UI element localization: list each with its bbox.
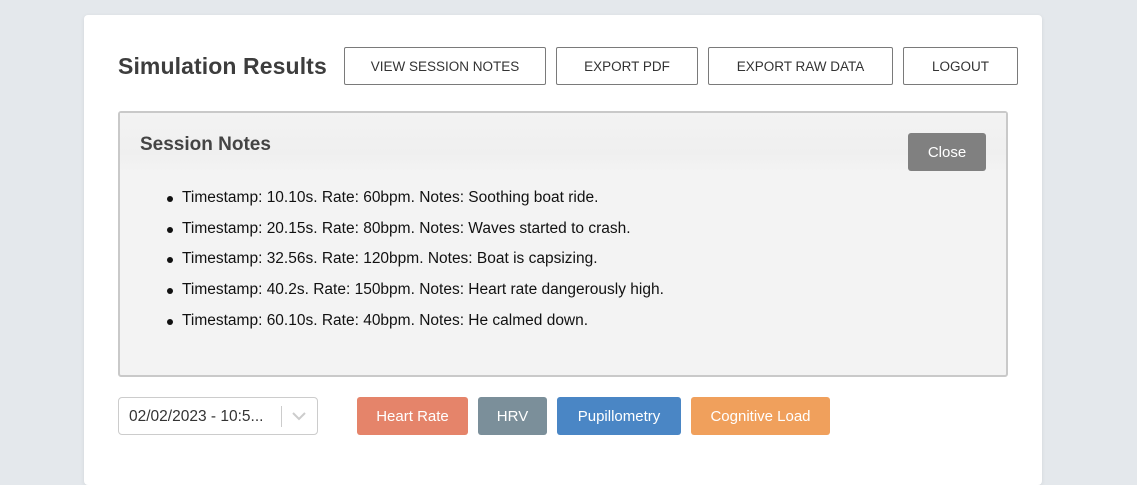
session-notes-list: Timestamp: 10.10s. Rate: 60bpm. Notes: S…: [160, 188, 664, 341]
export-pdf-button[interactable]: EXPORT PDF: [556, 47, 698, 85]
session-notes-title: Session Notes: [140, 134, 271, 155]
list-item: Timestamp: 10.10s. Rate: 60bpm. Notes: S…: [160, 188, 664, 219]
cognitive-load-button[interactable]: Cognitive Load: [691, 397, 830, 435]
chevron-down-icon[interactable]: [290, 409, 308, 423]
close-notes-button[interactable]: Close: [908, 133, 986, 171]
select-separator: [281, 406, 282, 427]
note-text: Timestamp: 32.56s. Rate: 120bpm. Notes: …: [182, 250, 598, 268]
bullet-icon: [167, 226, 173, 233]
list-item: Timestamp: 40.2s. Rate: 150bpm. Notes: H…: [160, 280, 664, 311]
note-text: Timestamp: 60.10s. Rate: 40bpm. Notes: H…: [182, 311, 589, 329]
page-title: Simulation Results: [118, 53, 327, 79]
bullet-icon: [167, 257, 173, 264]
bullet-icon: [167, 288, 173, 295]
heart-rate-button[interactable]: Heart Rate: [357, 397, 468, 435]
note-text: Timestamp: 10.10s. Rate: 60bpm. Notes: S…: [182, 189, 599, 206]
list-item: Timestamp: 32.56s. Rate: 120bpm. Notes: …: [160, 249, 664, 280]
note-text: Timestamp: 20.15s. Rate: 80bpm. Notes: W…: [182, 219, 631, 237]
list-item: Timestamp: 60.10s. Rate: 40bpm. Notes: H…: [160, 311, 664, 342]
pupillometry-button[interactable]: Pupillometry: [557, 397, 681, 435]
session-notes-panel: Session Notes Close Timestamp: 10.10s. R…: [118, 111, 1008, 377]
session-date-select[interactable]: 02/02/2023 - 10:5...: [118, 397, 318, 435]
bullet-icon: [167, 196, 173, 202]
list-item: Timestamp: 20.15s. Rate: 80bpm. Notes: W…: [160, 219, 664, 250]
logout-button[interactable]: LOGOUT: [903, 47, 1018, 85]
note-text: Timestamp: 40.2s. Rate: 150bpm. Notes: H…: [182, 281, 664, 299]
view-session-notes-button[interactable]: VIEW SESSION NOTES: [344, 47, 546, 85]
hrv-button[interactable]: HRV: [478, 397, 547, 435]
results-card: Simulation Results VIEW SESSION NOTES EX…: [84, 15, 1042, 485]
session-notes-header: Session Notes Close: [120, 113, 1006, 171]
export-raw-data-button[interactable]: EXPORT RAW DATA: [708, 47, 893, 85]
session-date-value: 02/02/2023 - 10:5...: [129, 408, 264, 425]
bullet-icon: [167, 318, 173, 325]
